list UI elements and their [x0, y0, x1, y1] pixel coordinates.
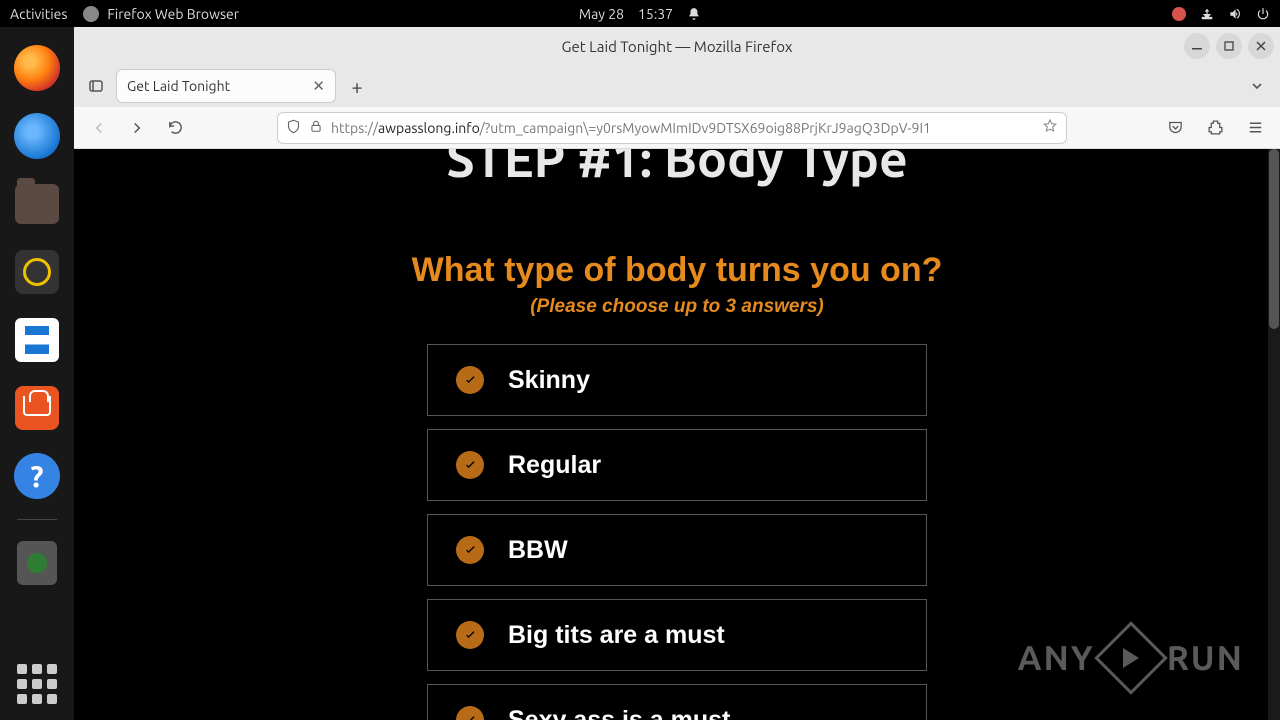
time-label: 15:37: [638, 6, 673, 22]
power-icon[interactable]: [1256, 7, 1270, 21]
dock-apps-grid[interactable]: [17, 664, 57, 704]
dock-firefox[interactable]: [12, 43, 62, 93]
minimize-button[interactable]: [1184, 33, 1210, 59]
dock-divider: [17, 519, 57, 520]
tab-bar: Get Laid Tonight ✕ +: [74, 65, 1280, 107]
lock-icon[interactable]: [309, 119, 323, 136]
option-item[interactable]: Skinny: [427, 344, 927, 416]
back-button[interactable]: [84, 113, 114, 143]
check-icon: [456, 366, 484, 394]
gnome-top-bar: Activities Firefox Web Browser May 28 15…: [0, 0, 1280, 27]
volume-icon[interactable]: [1228, 7, 1242, 21]
bookmark-star-icon[interactable]: [1042, 118, 1058, 137]
window-title: Get Laid Tonight — Mozilla Firefox: [562, 38, 793, 55]
option-label: BBW: [508, 536, 568, 565]
check-icon: [456, 706, 484, 720]
extensions-button[interactable]: [1200, 113, 1230, 143]
pocket-button[interactable]: [1160, 113, 1190, 143]
date-label: May 28: [579, 6, 624, 22]
activities-button[interactable]: Activities: [10, 6, 67, 22]
titlebar: Get Laid Tonight — Mozilla Firefox: [74, 27, 1280, 65]
tab-active[interactable]: Get Laid Tonight ✕: [116, 69, 336, 103]
navigation-bar: https://awpasslong.info/?utm_campaign\=y…: [74, 107, 1280, 149]
network-icon[interactable]: [1200, 7, 1214, 21]
play-icon: [1094, 621, 1168, 695]
dock-software[interactable]: [12, 383, 62, 433]
firefox-window: Get Laid Tonight — Mozilla Firefox Get L…: [74, 27, 1280, 720]
question-hint: (Please choose up to 3 answers): [530, 296, 824, 318]
watermark: ANY RUN: [1018, 632, 1244, 684]
option-label: Skinny: [508, 366, 590, 395]
check-icon: [456, 451, 484, 479]
tab-title: Get Laid Tonight: [127, 78, 230, 94]
clock[interactable]: May 28 15:37: [579, 6, 701, 22]
option-label: Sexy ass is a must: [508, 706, 730, 720]
firefox-icon: [83, 6, 99, 22]
all-tabs-button[interactable]: [1242, 71, 1272, 101]
step-title: STEP #1: Body Type: [446, 149, 908, 187]
status-indicator-icon[interactable]: [1172, 7, 1186, 21]
current-app-label: Firefox Web Browser: [107, 6, 239, 22]
tracking-shield-icon[interactable]: [286, 119, 301, 137]
options-list: Skinny Regular BBW Big tits are a must S…: [427, 344, 927, 720]
forward-button[interactable]: [122, 113, 152, 143]
menu-button[interactable]: [1240, 113, 1270, 143]
watermark-text-left: ANY: [1018, 639, 1095, 677]
close-button[interactable]: [1248, 33, 1274, 59]
dock-help[interactable]: ?: [12, 451, 62, 501]
new-tab-button[interactable]: +: [342, 71, 372, 101]
dock-files[interactable]: [12, 179, 62, 229]
option-item[interactable]: Big tits are a must: [427, 599, 927, 671]
reload-button[interactable]: [160, 113, 190, 143]
option-item[interactable]: Sexy ass is a must: [427, 684, 927, 720]
maximize-button[interactable]: [1216, 33, 1242, 59]
page-content: STEP #1: Body Type What type of body tur…: [74, 149, 1280, 720]
dock-trash[interactable]: [12, 538, 62, 588]
watermark-text-right: RUN: [1167, 639, 1244, 677]
dock: ?: [0, 27, 74, 720]
scrollbar-thumb[interactable]: [1269, 149, 1279, 329]
dock-libreoffice[interactable]: [12, 315, 62, 365]
current-app-indicator[interactable]: Firefox Web Browser: [83, 6, 239, 22]
option-label: Big tits are a must: [508, 621, 725, 650]
scrollbar-track[interactable]: [1268, 149, 1280, 720]
check-icon: [456, 536, 484, 564]
option-item[interactable]: Regular: [427, 429, 927, 501]
url-text: https://awpasslong.info/?utm_campaign\=y…: [331, 120, 1034, 136]
option-label: Regular: [508, 451, 601, 480]
notification-bell-icon: [687, 7, 701, 21]
dock-thunderbird[interactable]: [12, 111, 62, 161]
tab-list-button[interactable]: [82, 72, 110, 100]
url-bar[interactable]: https://awpasslong.info/?utm_campaign\=y…: [277, 112, 1067, 144]
check-icon: [456, 621, 484, 649]
question-heading: What type of body turns you on?: [412, 251, 943, 290]
tab-close-icon[interactable]: ✕: [312, 77, 325, 95]
dock-rhythmbox[interactable]: [12, 247, 62, 297]
option-item[interactable]: BBW: [427, 514, 927, 586]
